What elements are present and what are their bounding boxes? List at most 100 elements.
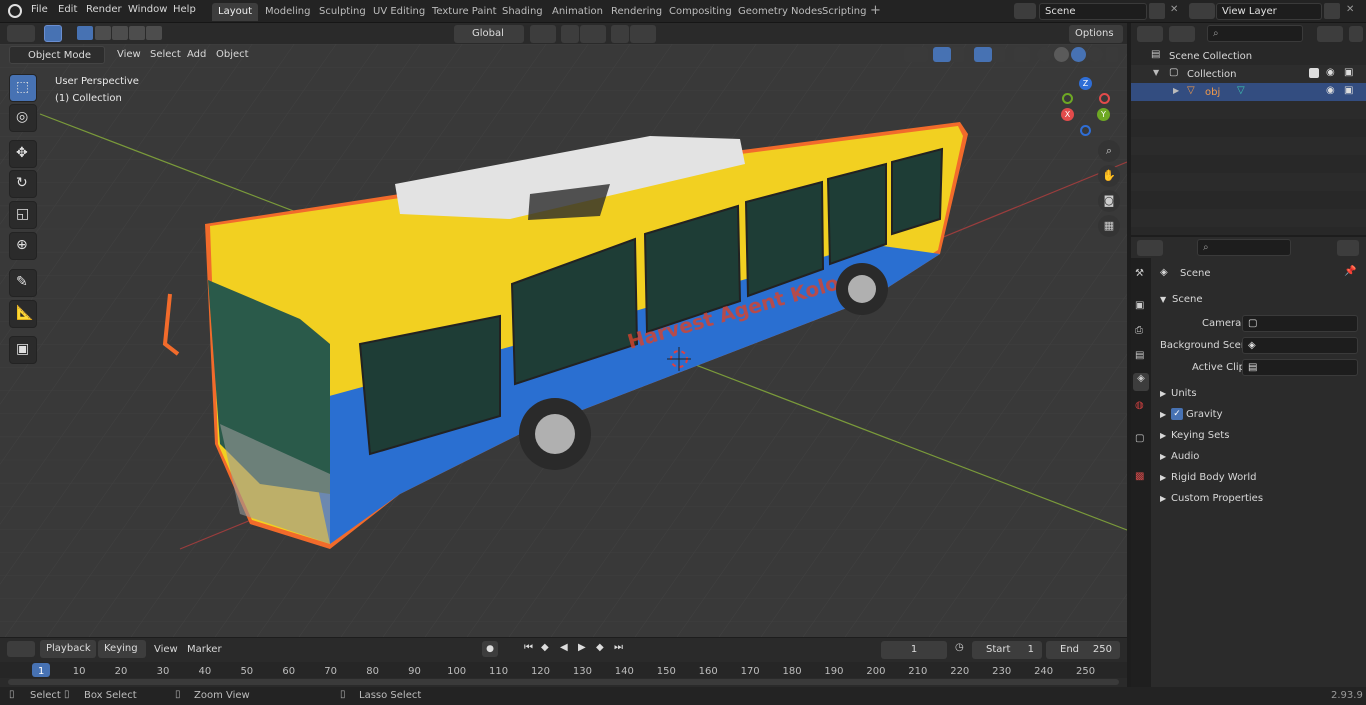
tab-geometry-nodes[interactable]: Geometry Nodes — [732, 3, 828, 21]
output-tab-icon[interactable]: ⎙ — [1135, 325, 1143, 336]
select-mode-new-icon[interactable] — [77, 26, 93, 40]
new-collection-icon[interactable] — [1349, 26, 1363, 42]
gizmo-dropdown-icon[interactable] — [952, 47, 964, 62]
wireframe-shading-icon[interactable] — [1037, 47, 1052, 62]
select-mode-subtract-icon[interactable] — [112, 26, 128, 40]
collection-row[interactable]: ▼ ▢ Collection ◉ ▣ — [1131, 65, 1366, 83]
proportional-edit-toggle[interactable] — [611, 25, 629, 43]
render-tab-icon[interactable]: ▣ — [1135, 300, 1144, 311]
delete-view-layer-icon[interactable]: ✕ — [1346, 4, 1354, 15]
overlay-dropdown-icon[interactable] — [993, 47, 1005, 62]
annotate-tool[interactable]: ✎ — [9, 269, 37, 297]
rendered-shading-icon[interactable] — [1088, 47, 1103, 62]
tab-uv-editing[interactable]: UV Editing — [367, 3, 431, 21]
gizmo-neg-z-axis[interactable] — [1080, 125, 1091, 136]
blender-logo-icon[interactable] — [8, 4, 22, 18]
tab-scripting[interactable]: Scripting — [816, 3, 872, 21]
menu-object[interactable]: Object — [216, 49, 249, 60]
3d-viewport[interactable]: Harvest Agent Koloda User Perspective (1… — [0, 44, 1127, 637]
menu-view[interactable]: View — [117, 49, 141, 60]
jump-keyframe-back-icon[interactable]: ◆ — [541, 642, 549, 653]
scene-panel-expand-icon[interactable]: ▼ — [1160, 295, 1166, 304]
mode-dropdown[interactable]: Object Mode — [9, 46, 105, 64]
tab-rendering[interactable]: Rendering — [605, 3, 668, 21]
menu-render[interactable]: Render — [86, 4, 122, 15]
camera-view-icon[interactable]: ◙ — [1098, 190, 1120, 212]
zoom-view-icon[interactable]: ⌕ — [1098, 140, 1120, 162]
keying-dropdown[interactable]: Keying — [98, 640, 146, 658]
gizmo-y-axis[interactable]: Y — [1097, 108, 1110, 121]
collection-exclude-checkbox[interactable] — [1309, 68, 1319, 78]
object-row[interactable]: ▶ ▽ obj ▽ ◉ ▣ — [1131, 83, 1366, 101]
select-mode-extend-icon[interactable] — [95, 26, 111, 40]
record-icon[interactable]: ● — [482, 641, 498, 657]
camera-field[interactable]: ▢ — [1242, 315, 1358, 332]
clock-icon[interactable]: ◷ — [955, 642, 964, 653]
pin-icon[interactable]: 📌 — [1344, 266, 1356, 277]
background-scene-field[interactable]: ◈ — [1242, 337, 1358, 354]
active-clip-field[interactable]: ▤ — [1242, 359, 1358, 376]
cursor-tool[interactable]: ◎ — [9, 104, 37, 132]
scale-tool[interactable]: ◱ — [9, 201, 37, 229]
shading-dropdown-icon[interactable] — [1106, 47, 1118, 62]
timeline-editor-icon[interactable] — [7, 641, 35, 657]
scene-panel-title[interactable]: Scene — [1172, 294, 1203, 305]
tab-sculpting[interactable]: Sculpting — [313, 3, 372, 21]
tab-texture-paint[interactable]: Texture Paint — [426, 3, 503, 21]
collection-tab-icon[interactable]: ▢ — [1135, 433, 1144, 444]
gizmo-neg-x-axis[interactable] — [1099, 93, 1110, 104]
visibility-icon[interactable] — [904, 47, 928, 62]
section-custom-properties[interactable]: ▶ Custom Properties — [1154, 491, 1364, 509]
collection-expand-icon[interactable]: ▼ — [1153, 68, 1159, 77]
object-visibility-icon[interactable]: ◉ — [1326, 85, 1335, 96]
tab-shading[interactable]: Shading — [496, 3, 549, 21]
scene-name-field[interactable]: Scene — [1039, 3, 1147, 20]
tab-animation[interactable]: Animation — [546, 3, 609, 21]
new-scene-icon[interactable] — [1149, 3, 1165, 19]
menu-window[interactable]: Window — [128, 4, 167, 15]
mesh-data-icon[interactable]: ▽ — [1237, 85, 1245, 96]
scene-collection-row[interactable]: ▤ Scene Collection — [1131, 47, 1366, 65]
gravity-checkbox[interactable]: ✓ — [1171, 408, 1183, 420]
pan-view-icon[interactable]: ✋ — [1098, 165, 1120, 187]
gizmo-z-axis[interactable]: Z — [1079, 77, 1092, 90]
view-layer-field[interactable]: View Layer — [1216, 3, 1322, 20]
section-gravity[interactable]: ▶ ✓ Gravity — [1154, 407, 1364, 425]
delete-scene-icon[interactable]: ✕ — [1170, 4, 1178, 15]
xray-toggle-icon[interactable] — [1014, 47, 1030, 62]
timeline-menu-view[interactable]: View — [154, 644, 178, 655]
gizmo-neg-y-axis[interactable] — [1062, 93, 1073, 104]
world-tab-icon[interactable]: ◍ — [1135, 400, 1144, 411]
properties-search-field[interactable]: ⌕ — [1197, 239, 1291, 256]
section-units[interactable]: ▶ Units — [1154, 386, 1364, 404]
move-tool[interactable]: ✥ — [9, 140, 37, 168]
rotate-tool[interactable]: ↻ — [9, 170, 37, 198]
select-box-tool[interactable]: ⬚ — [9, 74, 37, 102]
jump-end-icon[interactable]: ⏭ — [614, 642, 623, 653]
outliner-editor-icon[interactable] — [1137, 26, 1163, 42]
timeline-menu-marker[interactable]: Marker — [187, 644, 222, 655]
section-keying-sets[interactable]: ▶ Keying Sets — [1154, 428, 1364, 446]
object-expand-icon[interactable]: ▶ — [1173, 86, 1179, 95]
properties-options-icon[interactable] — [1337, 240, 1359, 256]
collection-render-icon[interactable]: ▣ — [1344, 67, 1353, 78]
transform-orientation-dropdown[interactable]: Global — [454, 25, 524, 43]
add-workspace-icon[interactable]: + — [870, 3, 881, 18]
object-render-icon[interactable]: ▣ — [1344, 85, 1353, 96]
add-cube-tool[interactable]: ▣ — [9, 336, 37, 364]
section-audio[interactable]: ▶ Audio — [1154, 449, 1364, 467]
select-mode-intersect-icon[interactable] — [146, 26, 162, 40]
end-frame-field[interactable]: End 250 — [1046, 641, 1120, 659]
menu-file[interactable]: File — [31, 4, 48, 15]
scene-selector-icon[interactable] — [1014, 3, 1036, 19]
current-frame-field[interactable]: 1 — [881, 641, 947, 659]
tool-tab-icon[interactable]: ⚒ — [1135, 268, 1144, 279]
gizmo-x-axis[interactable]: X — [1061, 108, 1074, 121]
jump-keyframe-forward-icon[interactable]: ◆ — [596, 642, 604, 653]
material-preview-shading-icon[interactable] — [1071, 47, 1086, 62]
tab-modeling[interactable]: Modeling — [259, 3, 317, 21]
overlay-toggle-icon[interactable] — [974, 47, 992, 62]
ortho-toggle-icon[interactable]: ▦ — [1098, 215, 1120, 237]
menu-help[interactable]: Help — [173, 4, 196, 15]
properties-editor-icon[interactable] — [1137, 240, 1163, 256]
